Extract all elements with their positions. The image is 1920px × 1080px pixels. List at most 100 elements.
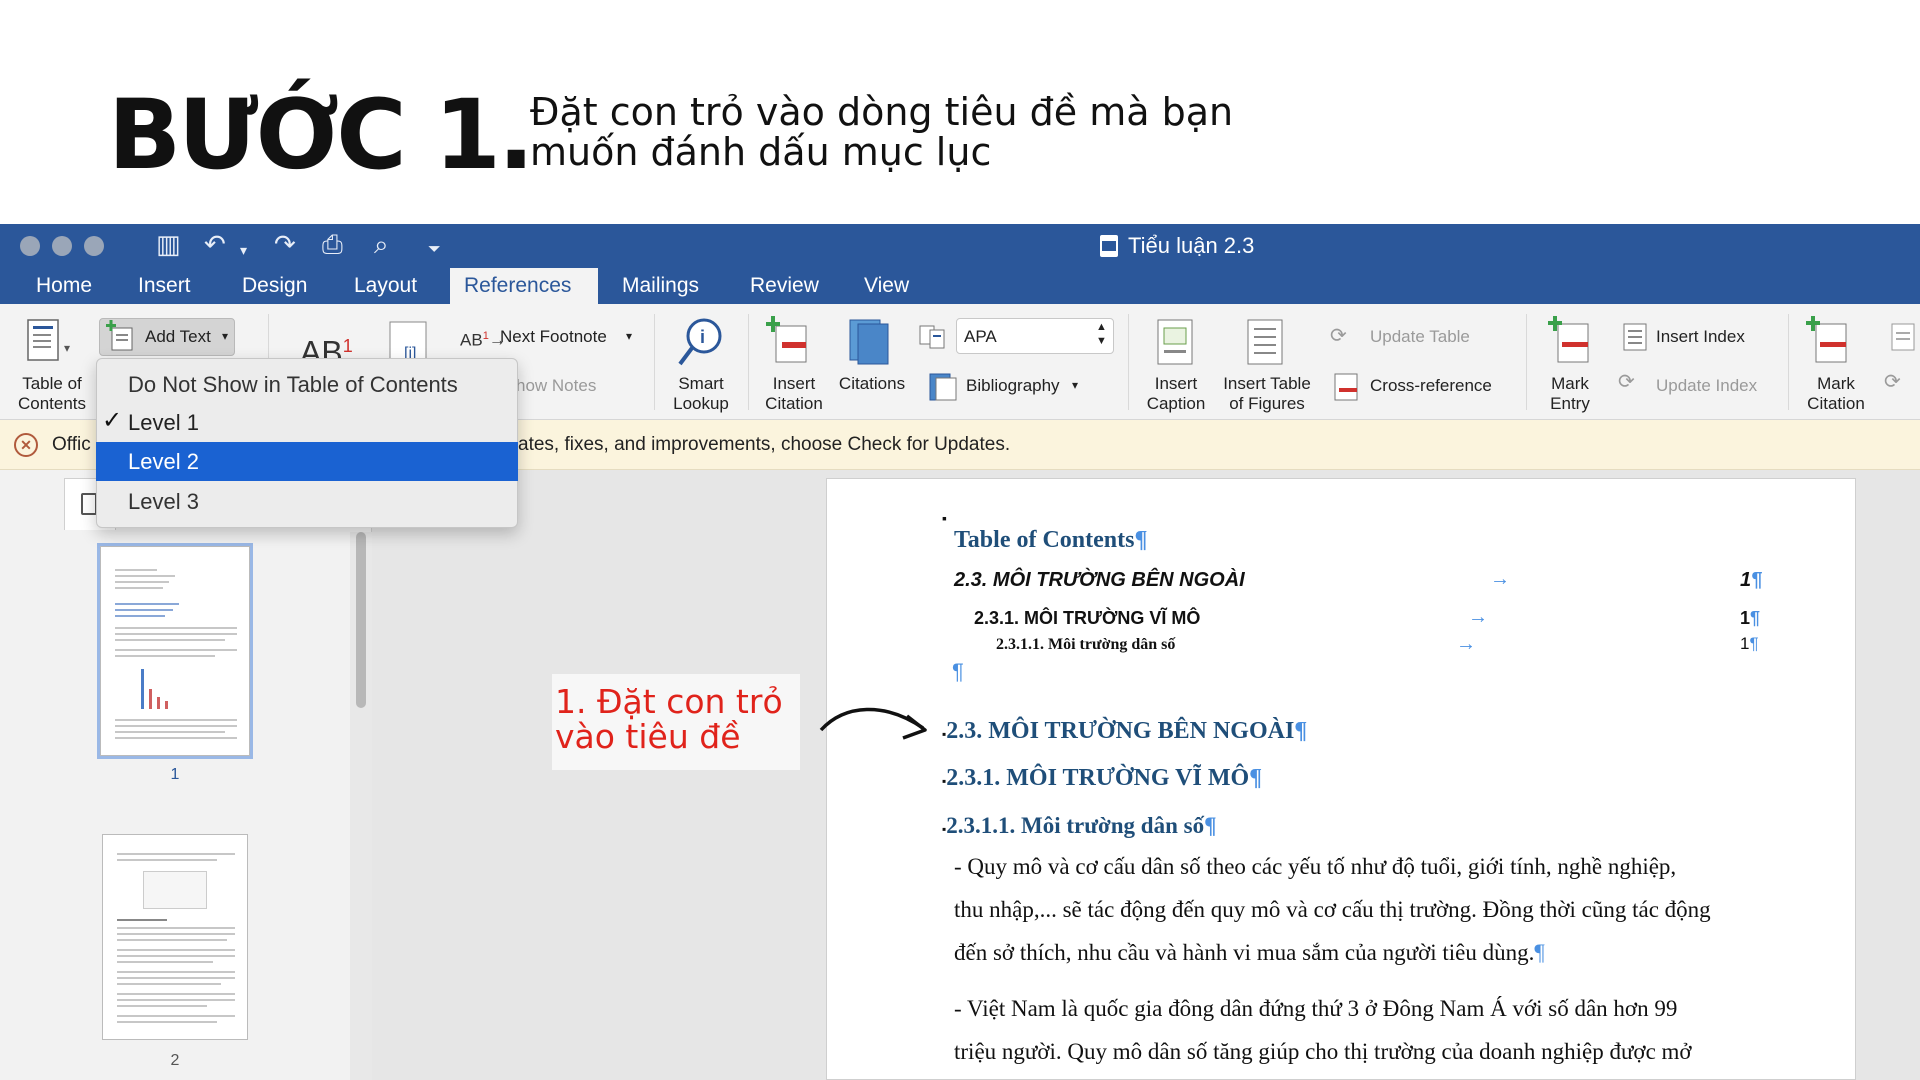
stepper-icon: ▲ ▼ (1096, 321, 1107, 347)
tab-mailings[interactable]: Mailings (608, 268, 713, 304)
bibliography-icon[interactable] (926, 372, 958, 402)
menu-item-level-3[interactable]: Level 3 (96, 482, 518, 521)
paragraph-2-line-1[interactable]: - Việt Nam là quốc gia đông dân đứng thứ… (954, 996, 1677, 1022)
sidebar-scroll-thumb[interactable] (356, 532, 366, 708)
pilcrow: ¶ (1751, 569, 1763, 591)
insert-tof-label: Insert Table of Figures (1214, 374, 1320, 414)
heading-1[interactable]: ▪2.3. MÔI TRƯỜNG BÊN NGOÀI¶ (942, 718, 1307, 745)
mark-entry-label: Mark Entry (1536, 374, 1604, 414)
pilcrow: ¶ (1749, 634, 1759, 653)
paragraph-1-line-1[interactable]: - Quy mô và cơ cấu dân số theo các yếu t… (954, 854, 1676, 880)
insert-caption-line1: Insert (1154, 374, 1198, 393)
insert-citation-label: Insert Citation (754, 374, 834, 414)
mark-entry-icon[interactable] (1548, 316, 1596, 368)
cross-reference-button[interactable]: Cross-reference (1370, 376, 1492, 396)
update-table-button[interactable]: Update Table (1370, 327, 1470, 347)
page-thumbnail-1[interactable] (97, 543, 253, 759)
tab-references[interactable]: References (450, 268, 598, 304)
update-table-of-authorities-icon[interactable]: ⟳ (1884, 372, 1901, 392)
tab-layout[interactable]: Layout (340, 268, 431, 304)
page-number-2: 2 (170, 1052, 180, 1069)
paragraph-1-line-3-text: đến sở thích, nhu cầu và hành vi mua sắm… (954, 940, 1535, 965)
toc-heading: Table of Contents¶ (954, 527, 1147, 554)
sidebar-toggle-icon[interactable]: ▥ (156, 230, 181, 260)
next-footnote-button[interactable]: Next Footnote (500, 327, 607, 347)
menu-item-level-2[interactable]: Level 2 (96, 442, 518, 481)
callout-text: 1. Đặt con trỏ vào tiêu đề (555, 684, 800, 754)
tab-arrow-icon: → (1468, 606, 1488, 628)
toc-heading-text: Table of Contents (954, 527, 1135, 553)
smart-lookup-icon[interactable]: i (676, 316, 724, 368)
manage-sources-icon[interactable] (918, 322, 948, 352)
insert-table-of-figures-icon[interactable] (1244, 316, 1288, 368)
tab-home[interactable]: Home (22, 268, 106, 304)
insert-citation-icon[interactable] (764, 316, 820, 368)
smart-lookup-line2: Lookup (673, 394, 729, 413)
dismiss-notice-icon[interactable]: ✕ (14, 433, 38, 457)
toc-entry-1[interactable]: 2.3. MÔI TRƯỜNG BÊN NGOÀI (954, 569, 1245, 592)
mark-citation-line2: Citation (1807, 394, 1865, 413)
paragraph-1-line-3[interactable]: đến sở thích, nhu cầu và hành vi mua sắm… (954, 940, 1545, 966)
pilcrow: ¶ (1750, 608, 1761, 628)
heading-3[interactable]: ▪2.3.1.1. Môi trường dân số¶ (942, 813, 1217, 839)
page-thumbnail-2[interactable] (102, 834, 248, 1040)
redo-icon[interactable]: ↷ (274, 230, 296, 260)
toc-entry-2[interactable]: 2.3.1. MÔI TRƯỜNG VĨ MÔ (974, 608, 1200, 629)
toc-entry-2-page-num: 1 (1740, 608, 1751, 628)
heading-2[interactable]: ▪2.3.1. MÔI TRƯỜNG VĨ MÔ¶ (942, 765, 1262, 792)
cross-reference-icon[interactable] (1332, 372, 1362, 402)
pages-icon (81, 493, 97, 515)
zoom-window-icon[interactable] (84, 236, 104, 256)
paragraph-2-line-2[interactable]: triệu người. Quy mô dân số tăng giúp cho… (954, 1039, 1692, 1065)
heading-2-text: 2.3.1. MÔI TRƯỜNG VĨ MÔ (946, 765, 1250, 791)
tab-review[interactable]: Review (736, 268, 833, 304)
citations-icon[interactable] (846, 316, 898, 368)
add-text-dropdown-icon: ▾ (222, 329, 229, 343)
notice-text-right: ates, fixes, and improvements, choose Ch… (518, 434, 1011, 455)
tab-arrow-icon: → (1490, 568, 1510, 590)
table-of-contents-icon[interactable]: ▾ (24, 318, 72, 366)
insert-citation-line1: Insert (772, 374, 816, 393)
insert-caption-label: Insert Caption (1136, 374, 1216, 414)
toc-entry-3-page: 1¶ (1740, 634, 1759, 654)
undo-dropdown-icon[interactable]: ▾ (240, 236, 247, 266)
update-table-icon: ⟳ (1330, 325, 1347, 347)
toc-label-line2: Contents (17, 394, 87, 413)
toc-entry-2-page: 1¶ (1740, 608, 1760, 629)
pilcrow: ¶ (1294, 718, 1308, 744)
smart-lookup-line1: Smart (678, 374, 724, 393)
print-icon[interactable]: ⎙ (322, 230, 343, 260)
bibliography-button[interactable]: Bibliography (966, 376, 1060, 396)
add-text-icon (106, 320, 133, 351)
step-desc-line1: Đặt con trỏ vào dòng tiêu đề mà bạn (530, 90, 1234, 134)
mark-entry-line1: Mark (1551, 374, 1589, 393)
insert-caption-icon[interactable] (1154, 316, 1198, 368)
insert-tof-line1: Insert Table (1223, 374, 1311, 393)
insert-index-button[interactable]: Insert Index (1656, 327, 1745, 347)
mark-citation-label: Mark Citation (1796, 374, 1876, 414)
toc-entry-3[interactable]: 2.3.1.1. Môi trường dân số (996, 636, 1175, 654)
toc-entry-1-page: 1¶ (1740, 569, 1762, 592)
toc-entry-1-page-num: 1 (1740, 569, 1752, 591)
mark-entry-line2: Entry (1550, 394, 1590, 413)
menu-item-do-not-show[interactable]: Do Not Show in Table of Contents (96, 365, 518, 404)
step-title: BƯỚC 1. (108, 79, 534, 191)
callout-line2: vào tiêu đề (555, 717, 741, 756)
search-icon[interactable]: ⌕ (374, 230, 389, 260)
update-index-button[interactable]: Update Index (1656, 376, 1757, 396)
customize-toolbar-icon[interactable]: ⏷ (428, 234, 441, 264)
paragraph-1-line-2[interactable]: thu nhập,... sẽ tác động đến quy mô và c… (954, 897, 1711, 923)
minimize-window-icon[interactable] (52, 236, 72, 256)
undo-icon[interactable]: ↶ (204, 230, 226, 260)
tab-design[interactable]: Design (228, 268, 321, 304)
insert-table-of-authorities-icon[interactable] (1888, 322, 1918, 352)
close-window-icon[interactable] (20, 236, 40, 256)
menu-item-level-1[interactable]: Level 1 (96, 403, 518, 442)
tab-view[interactable]: View (850, 268, 923, 304)
step-description: Đặt con trỏ vào dòng tiêu đề mà bạn muốn… (530, 92, 1330, 172)
mark-citation-icon[interactable] (1806, 316, 1854, 368)
show-notes-button[interactable]: how Notes (516, 376, 596, 396)
tab-insert[interactable]: Insert (124, 268, 205, 304)
insert-index-icon[interactable] (1620, 322, 1650, 352)
document-title: Tiểu luận 2.3 (1100, 232, 1254, 260)
